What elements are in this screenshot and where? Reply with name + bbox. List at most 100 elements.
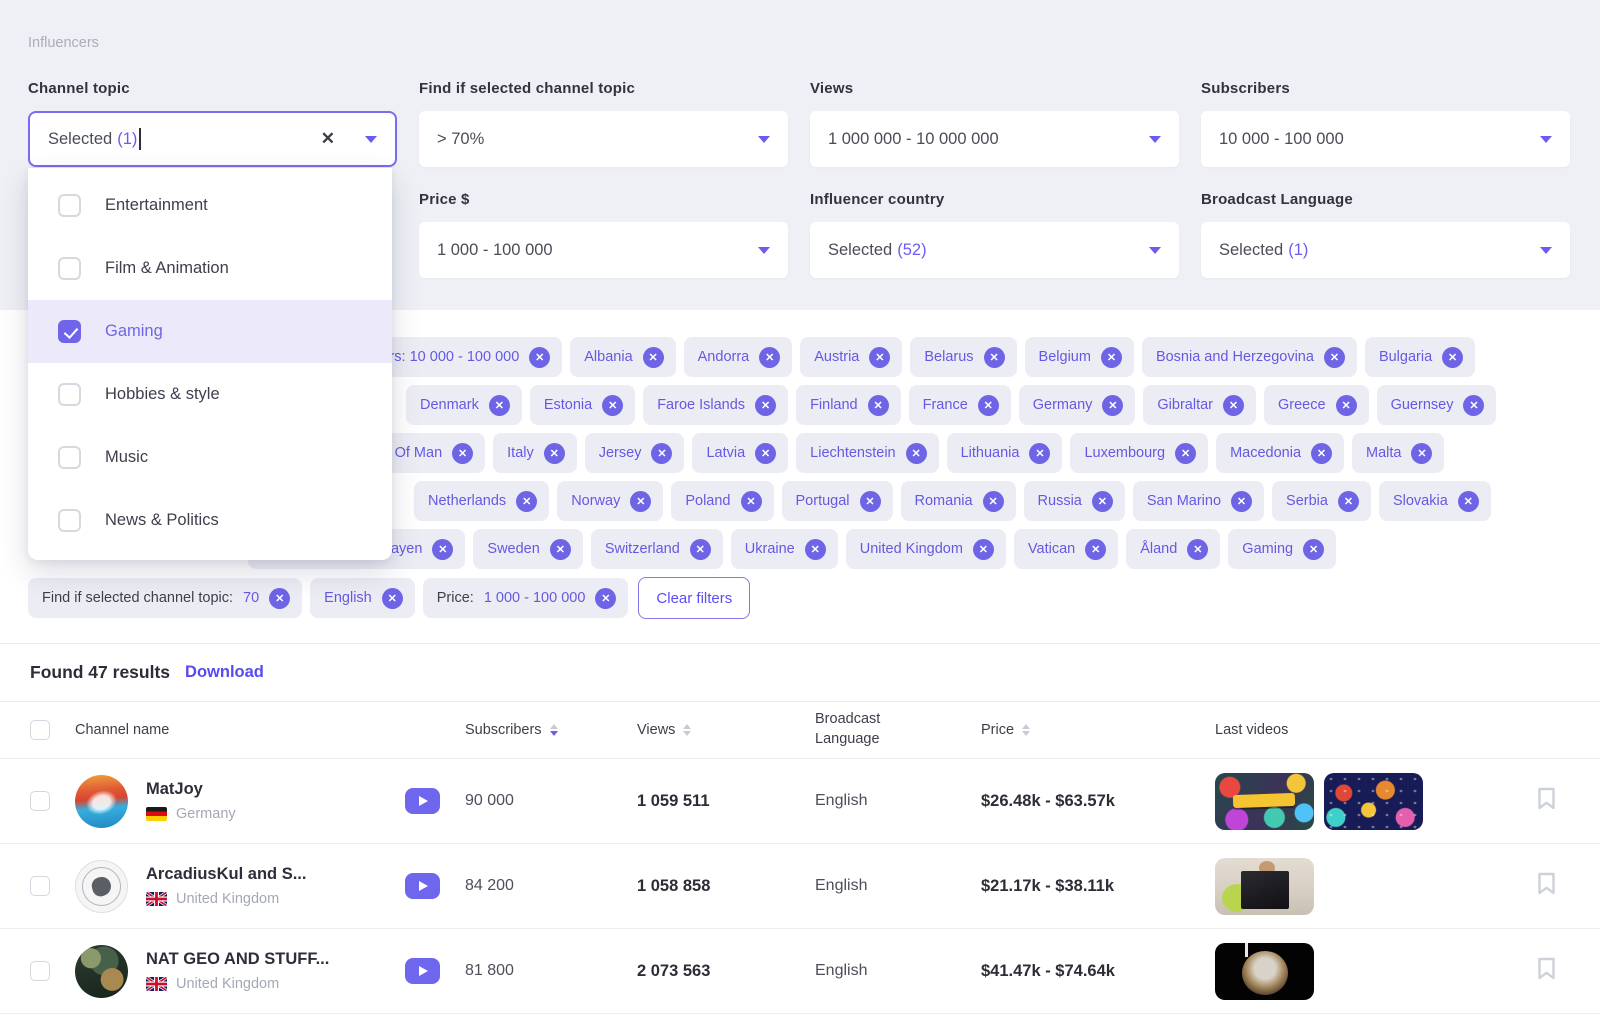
youtube-play-button[interactable]	[405, 788, 440, 814]
bookmark-icon[interactable]	[1537, 957, 1556, 985]
bookmark-icon[interactable]	[1537, 787, 1556, 815]
youtube-play-button[interactable]	[405, 958, 440, 984]
video-thumbnail-unboxing[interactable]	[1215, 858, 1314, 915]
remove-chip-icon[interactable]: ✕	[643, 347, 664, 368]
clear-filters-button[interactable]: Clear filters	[638, 577, 750, 619]
remove-chip-icon[interactable]: ✕	[452, 443, 473, 464]
remove-chip-icon[interactable]: ✕	[1102, 395, 1123, 416]
remove-chip-icon[interactable]: ✕	[1101, 347, 1122, 368]
chevron-down-icon[interactable]	[1540, 247, 1552, 254]
topic-option-news-politics[interactable]: News & Politics	[28, 489, 392, 552]
filter-chip-1-000-100-000: Price: 1 000 - 100 000✕	[423, 578, 629, 618]
last-videos-cell	[1215, 858, 1502, 915]
row-checkbox[interactable]	[30, 791, 50, 811]
remove-chip-icon[interactable]: ✕	[602, 395, 623, 416]
remove-chip-icon[interactable]: ✕	[690, 539, 711, 560]
language-select[interactable]: Selected (1)	[1201, 222, 1570, 278]
header-views-sort[interactable]: Views	[637, 722, 815, 738]
find-topic-select[interactable]: > 70%	[419, 111, 788, 167]
remove-chip-icon[interactable]: ✕	[984, 347, 1005, 368]
channel-topic-input[interactable]: Selected (1) ✕	[28, 111, 397, 167]
remove-chip-icon[interactable]: ✕	[1085, 539, 1106, 560]
filter-chip-ukraine: Ukraine✕	[731, 529, 838, 569]
topic-option-film-animation[interactable]: Film & Animation	[28, 237, 392, 300]
row-checkbox[interactable]	[30, 876, 50, 896]
remove-chip-icon[interactable]: ✕	[759, 347, 780, 368]
remove-chip-icon[interactable]: ✕	[906, 443, 927, 464]
remove-chip-icon[interactable]: ✕	[1223, 395, 1244, 416]
remove-chip-icon[interactable]: ✕	[550, 539, 571, 560]
chevron-down-icon[interactable]	[1149, 136, 1161, 143]
price-select[interactable]: 1 000 - 100 000	[419, 222, 788, 278]
checkbox-checked-icon	[58, 320, 81, 343]
chevron-down-icon[interactable]	[1149, 247, 1161, 254]
bookmark-icon[interactable]	[1537, 872, 1556, 900]
filter-chip-andorra: Andorra✕	[684, 337, 793, 377]
remove-chip-icon[interactable]: ✕	[983, 491, 1004, 512]
remove-chip-icon[interactable]: ✕	[1303, 539, 1324, 560]
remove-chip-icon[interactable]: ✕	[1175, 443, 1196, 464]
chevron-down-icon[interactable]	[1540, 136, 1552, 143]
remove-chip-icon[interactable]: ✕	[1442, 347, 1463, 368]
remove-chip-icon[interactable]: ✕	[269, 588, 290, 609]
video-thumbnail-amongus[interactable]	[1324, 773, 1423, 830]
chip-label: Bulgaria	[1379, 349, 1432, 365]
chip-label: Åland	[1140, 541, 1177, 557]
clear-icon[interactable]: ✕	[321, 129, 335, 149]
chevron-down-icon[interactable]	[758, 136, 770, 143]
youtube-play-button[interactable]	[405, 873, 440, 899]
chip-label: Italy	[507, 445, 534, 461]
remove-chip-icon[interactable]: ✕	[529, 347, 550, 368]
remove-chip-icon[interactable]: ✕	[630, 491, 651, 512]
remove-chip-icon[interactable]: ✕	[860, 491, 881, 512]
subscribers-select[interactable]: 10 000 - 100 000	[1201, 111, 1570, 167]
video-thumbnail-fisheye[interactable]	[1215, 943, 1314, 1000]
download-link[interactable]: Download	[185, 663, 264, 682]
remove-chip-icon[interactable]: ✕	[432, 539, 453, 560]
topic-option-hobbies-style[interactable]: Hobbies & style	[28, 363, 392, 426]
remove-chip-icon[interactable]: ✕	[1187, 539, 1208, 560]
remove-chip-icon[interactable]: ✕	[741, 491, 762, 512]
remove-chip-icon[interactable]: ✕	[1311, 443, 1332, 464]
remove-chip-icon[interactable]: ✕	[1092, 491, 1113, 512]
remove-chip-icon[interactable]: ✕	[516, 491, 537, 512]
chevron-down-icon[interactable]	[365, 136, 377, 143]
subscribers-value: 81 800	[465, 962, 637, 980]
video-thumbnail-pacman[interactable]	[1215, 773, 1314, 830]
chip-label: Jersey	[599, 445, 642, 461]
topic-option-music[interactable]: Music	[28, 426, 392, 489]
remove-chip-icon[interactable]: ✕	[544, 443, 565, 464]
chip-label: Denmark	[420, 397, 479, 413]
remove-chip-icon[interactable]: ✕	[489, 395, 510, 416]
chevron-down-icon[interactable]	[758, 247, 770, 254]
chip-label: Gaming	[1242, 541, 1293, 557]
topic-option-entertainment[interactable]: Entertainment	[28, 174, 392, 237]
remove-chip-icon[interactable]: ✕	[595, 588, 616, 609]
row-checkbox[interactable]	[30, 961, 50, 981]
filter-views: Views 1 000 000 - 10 000 000	[810, 80, 1179, 167]
remove-chip-icon[interactable]: ✕	[1324, 347, 1345, 368]
remove-chip-icon[interactable]: ✕	[869, 347, 890, 368]
remove-chip-icon[interactable]: ✕	[1463, 395, 1484, 416]
remove-chip-icon[interactable]: ✕	[651, 443, 672, 464]
remove-chip-icon[interactable]: ✕	[868, 395, 889, 416]
country-select[interactable]: Selected (52)	[810, 222, 1179, 278]
remove-chip-icon[interactable]: ✕	[978, 395, 999, 416]
remove-chip-icon[interactable]: ✕	[755, 443, 776, 464]
remove-chip-icon[interactable]: ✕	[1336, 395, 1357, 416]
remove-chip-icon[interactable]: ✕	[1029, 443, 1050, 464]
select-all-checkbox[interactable]	[30, 720, 50, 740]
topic-option-gaming[interactable]: Gaming	[28, 300, 392, 363]
remove-chip-icon[interactable]: ✕	[973, 539, 994, 560]
remove-chip-icon[interactable]: ✕	[805, 539, 826, 560]
header-subscribers-sort[interactable]: Subscribers	[465, 722, 637, 738]
header-price-sort[interactable]: Price	[981, 722, 1215, 738]
remove-chip-icon[interactable]: ✕	[1231, 491, 1252, 512]
views-select[interactable]: 1 000 000 - 10 000 000	[810, 111, 1179, 167]
chip-label: English	[324, 590, 372, 606]
remove-chip-icon[interactable]: ✕	[755, 395, 776, 416]
remove-chip-icon[interactable]: ✕	[1338, 491, 1359, 512]
remove-chip-icon[interactable]: ✕	[1458, 491, 1479, 512]
remove-chip-icon[interactable]: ✕	[1411, 443, 1432, 464]
remove-chip-icon[interactable]: ✕	[382, 588, 403, 609]
